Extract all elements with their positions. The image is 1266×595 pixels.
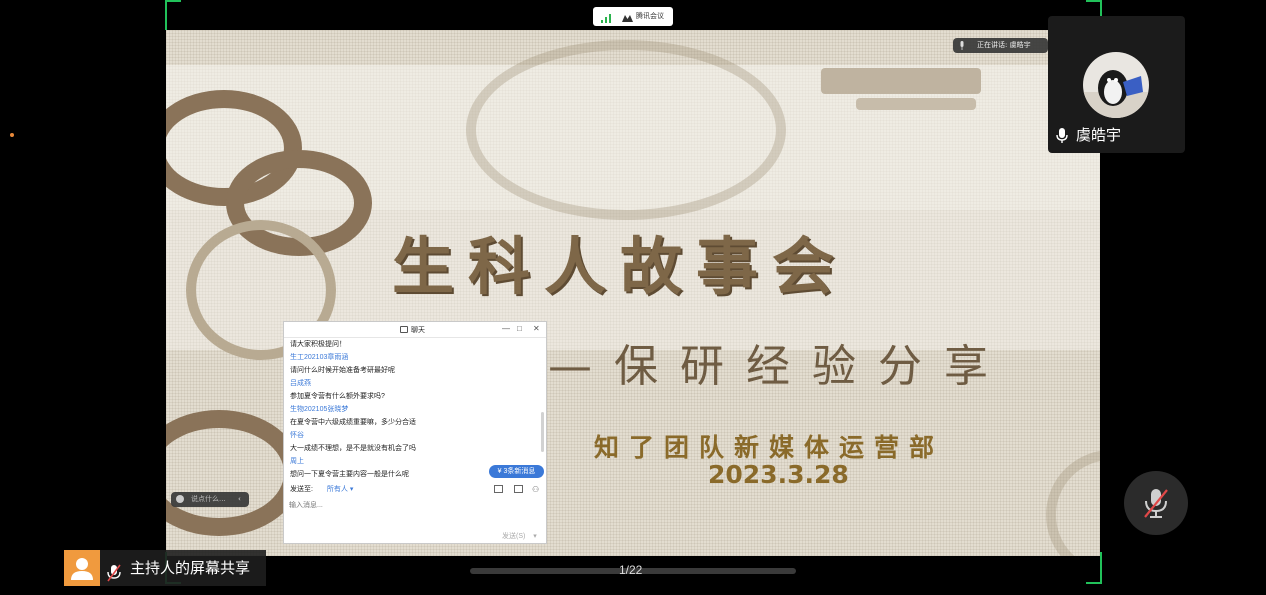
chat-message-list[interactable]: 请大家积极提问！ 生工202103章雨涵请问什么时候开始准备考研最好呢 吕成燕参加夏… [284, 338, 546, 481]
slide-page-indicator: 1/22 [619, 563, 643, 577]
folder-icon[interactable] [494, 485, 503, 493]
slide-subtitle: —保研经验分享 [548, 341, 1010, 392]
brush-stroke-ornament-2 [856, 98, 976, 110]
double-chevron-down-icon: ¥ [497, 468, 502, 475]
close-icon[interactable]: ✕ [533, 324, 540, 333]
chat-window-title: 聊天 [411, 327, 425, 334]
participant-tile[interactable]: 虞皓宇 [1048, 16, 1185, 153]
mic-icon [1056, 128, 1068, 144]
slide-title: 生科人故事会 [392, 230, 849, 303]
app-name: 腾讯会议 [636, 12, 664, 20]
brush-stroke-ornament [821, 68, 981, 94]
send-options-chevron-icon[interactable]: ▾ [533, 533, 537, 540]
frame-corner-tr [1086, 0, 1102, 16]
chat-message: 参加夏令营有什么额外要求吗? [290, 393, 385, 400]
screen-share-owner-avatar [64, 550, 100, 586]
chat-title-icon [400, 326, 408, 333]
send-to-row: 发送至: 所有人 ▾ ⚇ [290, 484, 540, 496]
status-dot [10, 133, 14, 137]
chat-message-input[interactable] [289, 498, 537, 512]
speaking-indicator: 正在讲话: 虞皓宇 [953, 38, 1048, 53]
chat-message: 请问什么时候开始准备考研最好呢 [290, 367, 395, 374]
chat-message: 请大家积极提问！ [290, 341, 346, 348]
user-icon[interactable]: ⚇ [532, 484, 539, 496]
chevron-down-icon: ▾ [349, 486, 354, 493]
user-avatar-icon [71, 558, 93, 580]
cloud-ornament-bottom [166, 410, 302, 536]
say-something-bar[interactable]: 说点什么... ‹ [171, 492, 249, 507]
image-icon[interactable] [514, 485, 523, 493]
app-badge[interactable]: 腾讯会议 [593, 7, 673, 26]
chat-scrollbar[interactable] [541, 412, 544, 452]
slide-organization: 知了团队新媒体运营部 [594, 433, 945, 462]
medallion-ornament [466, 40, 786, 220]
screen-share-bar: 主持人的屏幕共享 [100, 550, 266, 586]
chat-window[interactable]: 聊天 — □ ✕ 请大家积极提问！ 生工202103章雨涵请问什么时候开始准备考研… [283, 321, 547, 544]
chat-sender-name: 怀谷 [290, 432, 304, 439]
chat-message: 大一成绩不理想，是不是就没有机会了吗 [290, 445, 416, 452]
send-to-select[interactable]: 所有人 ▾ [327, 486, 353, 493]
participant-name: 虞皓宇 [1076, 126, 1122, 144]
chat-sender-name: 生物202105张晓梦 [290, 406, 349, 413]
speaker-mic-icon [959, 41, 965, 50]
chat-titlebar[interactable]: 聊天 — □ ✕ [284, 322, 546, 338]
corner-ornament [1046, 450, 1100, 556]
chat-sender-name: 吕成燕 [290, 380, 311, 387]
minimize-icon[interactable]: — [502, 324, 510, 333]
participant-avatar [1083, 52, 1149, 118]
emoji-icon[interactable] [176, 495, 184, 503]
maximize-icon[interactable]: □ [517, 324, 522, 333]
chat-message: 在夏令营中六级成绩重要嘛，多少分合适 [290, 419, 416, 426]
mic-muted-icon [1142, 487, 1170, 519]
send-to-label: 发送至: [290, 486, 313, 493]
collapse-chevron-icon[interactable]: ‹ [238, 492, 241, 507]
send-button[interactable]: 发送(S) ▾ [502, 531, 537, 541]
meeting-logo-icon [622, 12, 633, 22]
new-messages-badge[interactable]: ¥ 3条新消息 [489, 465, 544, 478]
host-mic-muted-icon [106, 559, 122, 582]
frame-corner-br [1086, 552, 1102, 584]
frame-corner-tl [165, 0, 181, 30]
chat-sender-name: 生工202103章雨涵 [290, 354, 349, 361]
slide-date: 2023.3.28 [708, 460, 849, 489]
penguin-avatar-icon [1083, 70, 1149, 118]
signal-icon [601, 12, 611, 23]
screen-share-label: 主持人的屏幕共享 [130, 559, 251, 577]
mute-microphone-button[interactable] [1124, 471, 1188, 535]
